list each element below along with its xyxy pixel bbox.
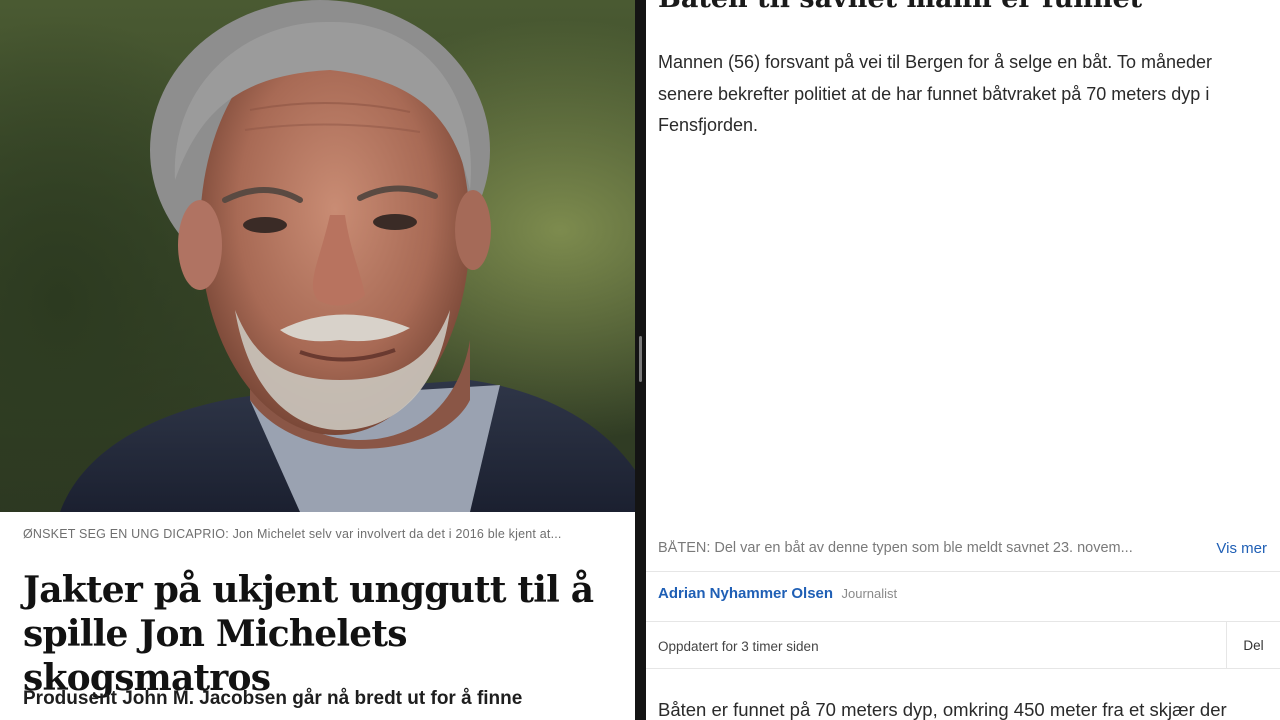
left-article-pane: ØNSKET SEG EN UNG DICAPRIO: Jon Michelet… <box>0 0 635 720</box>
right-article-pane: Båten til savnet mann er funnet Mannen (… <box>646 0 1280 720</box>
show-more-link[interactable]: Vis mer <box>1216 540 1267 557</box>
article-lead: Produsent John M. Jacobsen går nå bredt … <box>23 688 523 709</box>
updated-timestamp: Oppdatert for 3 timer siden <box>658 639 819 654</box>
share-button[interactable]: Del <box>1226 622 1280 668</box>
byline: Adrian Nyhammer Olsen Journalist <box>658 585 897 603</box>
separator <box>646 571 1280 572</box>
divider-drag-handle[interactable] <box>639 336 642 382</box>
article-photo[interactable] <box>0 0 635 512</box>
separator <box>646 668 1280 669</box>
author-name-link[interactable]: Adrian Nyhammer Olsen <box>658 585 833 602</box>
article-headline[interactable]: Jakter på ukjent unggutt til å spille Jo… <box>23 568 623 700</box>
author-role: Journalist <box>841 586 898 601</box>
image-caption: BÅTEN: Del var en båt av denne typen som… <box>658 540 1133 556</box>
share-label: Del <box>1243 637 1264 653</box>
article-body-paragraph: Båten er funnet på 70 meters dyp, omkrin… <box>658 699 1227 720</box>
split-view-divider[interactable] <box>635 0 646 720</box>
article-title[interactable]: Båten til savnet mann er funnet <box>658 0 1142 16</box>
article-image-area[interactable] <box>646 150 1280 520</box>
article-lead-text: Mannen (56) forsvant på vei til Bergen f… <box>658 52 1212 135</box>
separator <box>646 621 1280 622</box>
portrait-illustration <box>60 0 635 512</box>
photo-caption: ØNSKET SEG EN UNG DICAPRIO: Jon Michelet… <box>23 527 562 541</box>
